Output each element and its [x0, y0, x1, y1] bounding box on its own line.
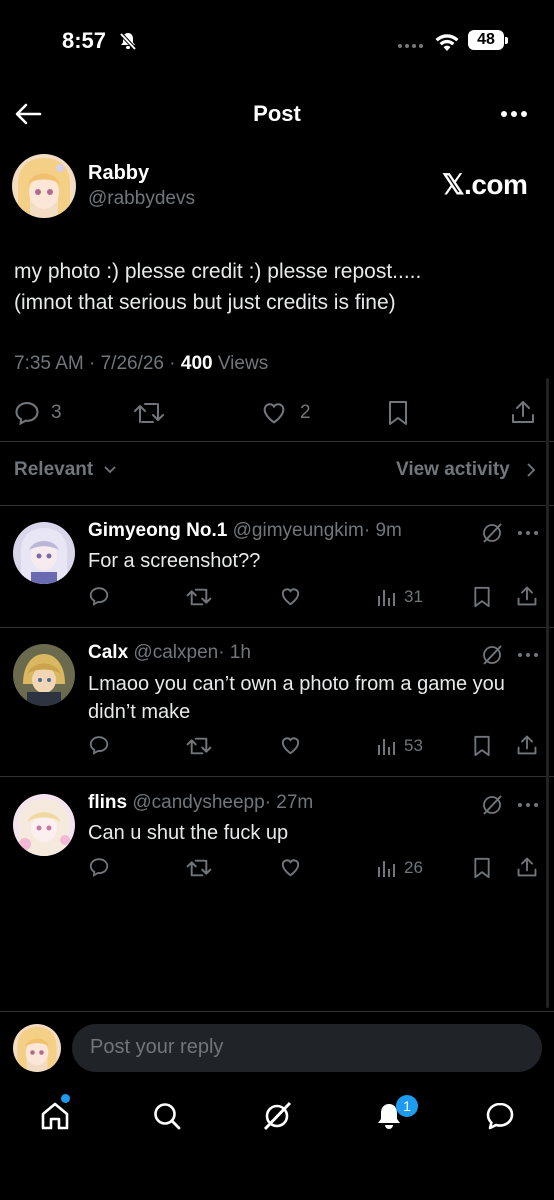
bookmark-icon[interactable]: [472, 734, 492, 758]
reply-avatar[interactable]: [13, 522, 75, 584]
divider: [0, 776, 554, 777]
post-text-line: my photo :) plesse credit :) plesse repo…: [14, 260, 422, 283]
battery-tip: [505, 37, 508, 44]
like-icon[interactable]: [279, 856, 302, 879]
author-handle[interactable]: @rabbydevs: [88, 188, 195, 210]
reply-header: Calx @calxpen· 1h: [88, 642, 251, 664]
reply-icon[interactable]: [88, 734, 110, 756]
wifi-icon: [434, 33, 460, 53]
like-icon[interactable]: [260, 399, 288, 427]
notifications-badge: 1: [396, 1095, 418, 1117]
reply-icon[interactable]: [13, 399, 41, 427]
messages-icon[interactable]: [484, 1100, 516, 1132]
reply-header: flins @candysheepp· 27m: [88, 792, 313, 814]
author-avatar[interactable]: [12, 154, 76, 218]
reply-time: · 9m: [363, 520, 402, 541]
reply-input-placeholder: Post your reply: [90, 1036, 224, 1058]
like-count: 2: [300, 402, 311, 423]
reply-views-count: 53: [404, 736, 423, 755]
bookmark-icon[interactable]: [386, 399, 410, 427]
share-icon[interactable]: [516, 584, 538, 608]
sort-relevant-button[interactable]: Relevant: [14, 459, 93, 481]
view-activity-link[interactable]: View activity: [396, 459, 510, 481]
bell-off-icon: [118, 31, 138, 51]
reply-time: · 1h: [218, 642, 251, 663]
more-icon[interactable]: [500, 110, 528, 118]
divider: [0, 627, 554, 628]
share-icon[interactable]: [516, 733, 538, 757]
reply-handle[interactable]: @candysheepp: [132, 792, 264, 813]
like-icon[interactable]: [279, 734, 302, 757]
views-icon[interactable]: [377, 858, 397, 878]
home-icon[interactable]: [39, 1100, 71, 1132]
repost-icon[interactable]: [186, 586, 212, 608]
post-views-count: 400: [180, 353, 213, 374]
scrollbar[interactable]: [546, 378, 549, 1008]
signal-icon: [397, 43, 425, 49]
divider: [0, 1011, 554, 1012]
page-title: Post: [253, 101, 301, 126]
search-icon[interactable]: [151, 1100, 183, 1132]
divider: [0, 505, 554, 506]
bookmark-icon[interactable]: [472, 585, 492, 609]
like-icon[interactable]: [279, 585, 302, 608]
chevron-down-icon: [103, 465, 117, 475]
reply-author-name[interactable]: Calx: [88, 642, 128, 663]
reply-count: 3: [51, 402, 62, 423]
reply-author-name[interactable]: Gimyeong No.1: [88, 520, 227, 541]
source-label: 𝕏.com: [442, 169, 528, 200]
reply-header: Gimyeong No.1 @gimyeungkim· 9m: [88, 520, 402, 542]
reply-avatar[interactable]: [13, 644, 75, 706]
status-time: 8:57: [62, 28, 107, 53]
post-text: my photo :) plesse credit :) plesse repo…: [14, 256, 542, 318]
reply-icon[interactable]: [88, 856, 110, 878]
grok-icon[interactable]: [261, 1100, 293, 1132]
post-views-label: Views: [212, 353, 269, 374]
reply-handle[interactable]: @gimyeungkim: [233, 520, 364, 541]
reply-views-count: 31: [404, 587, 423, 606]
composer-avatar: [13, 1024, 61, 1072]
grok-icon[interactable]: [480, 643, 504, 667]
reply-text: For a screenshot??: [88, 550, 261, 572]
more-icon[interactable]: [517, 652, 539, 658]
post-timestamp: 7:35 AM · 7/26/26 ·: [14, 353, 181, 374]
view-activity-label: View activity: [396, 459, 510, 480]
author-name[interactable]: Rabby: [88, 162, 149, 185]
divider: [0, 441, 554, 442]
home-unread-dot: [61, 1094, 70, 1103]
chevron-right-icon: [526, 462, 536, 478]
repost-icon[interactable]: [186, 857, 212, 879]
views-icon[interactable]: [377, 587, 397, 607]
repost-icon[interactable]: [133, 400, 165, 426]
share-icon[interactable]: [510, 398, 536, 426]
more-icon[interactable]: [517, 802, 539, 808]
more-icon[interactable]: [517, 530, 539, 536]
reply-author-name[interactable]: flins: [88, 792, 127, 813]
reply-text: Can u shut the fuck up: [88, 822, 289, 844]
reply-handle[interactable]: @calxpen: [133, 642, 218, 663]
reply-text: Lmaoo you can’t own a photo from a game …: [88, 673, 505, 723]
sort-label: Relevant: [14, 459, 94, 480]
grok-icon[interactable]: [480, 793, 504, 817]
reply-icon[interactable]: [88, 585, 110, 607]
post-meta: 7:35 AM · 7/26/26 · 400 Views: [14, 353, 268, 375]
battery-indicator: 48: [468, 30, 504, 50]
reply-time: · 27m: [264, 792, 314, 813]
post-text-line: (imnot that serious but just credits is …: [14, 291, 396, 314]
grok-icon[interactable]: [480, 521, 504, 545]
share-icon[interactable]: [516, 855, 538, 879]
repost-icon[interactable]: [186, 735, 212, 757]
reply-avatar[interactable]: [13, 794, 75, 856]
views-icon[interactable]: [377, 736, 397, 756]
bookmark-icon[interactable]: [472, 856, 492, 880]
reply-views-count: 26: [404, 858, 423, 877]
